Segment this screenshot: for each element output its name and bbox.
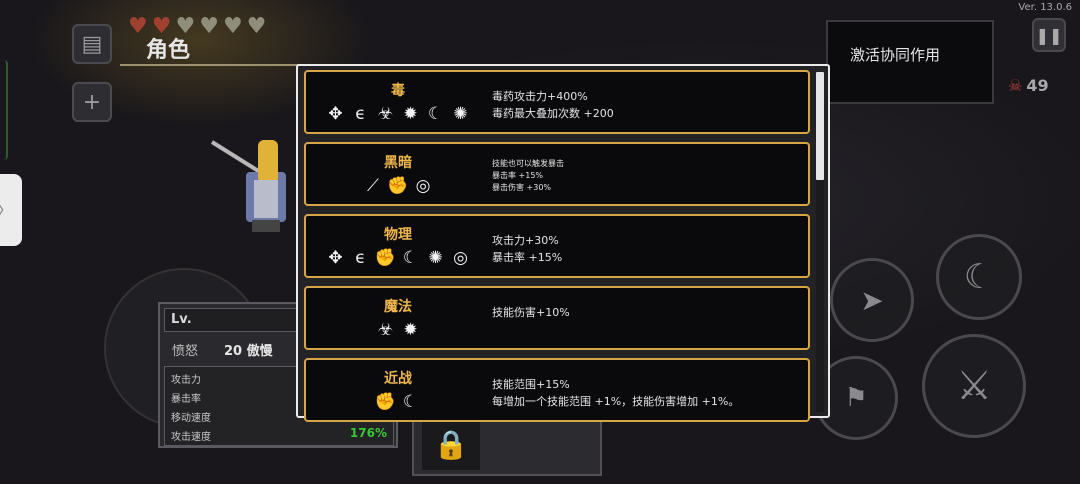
pause-icon: ❚❚ bbox=[1035, 25, 1063, 45]
scrollbar[interactable] bbox=[816, 72, 824, 412]
side-edge bbox=[0, 60, 8, 160]
biohazard-icon: ☣ bbox=[377, 104, 394, 124]
crescent-slash-icon: ☾ bbox=[402, 392, 419, 412]
vortex-icon: ◎ bbox=[415, 176, 431, 196]
stat-value: 176% bbox=[349, 426, 387, 440]
chevron-right-icon: 〉 bbox=[0, 197, 14, 223]
lock-icon: 🔒 bbox=[422, 418, 480, 470]
dash-arrow-icon: ➤ bbox=[860, 283, 884, 317]
level-label: Lv. bbox=[164, 308, 304, 332]
fist-icon: ✊ bbox=[387, 176, 409, 196]
synergy-effects: 毒药攻击力+400% 毒药最大叠加次数 +200 bbox=[492, 88, 614, 122]
burst-icon: ✹ bbox=[403, 104, 418, 124]
synergy-name: 魔法 bbox=[384, 299, 412, 315]
kill-count-value: 49 bbox=[1026, 76, 1049, 95]
thorn-vine-icon: ✥ bbox=[328, 248, 343, 268]
synergy-card[interactable]: 近战 ✊ ☾ 技能范围+15% 每增加一个技能范围 +1%，技能伤害增加 +1%。 bbox=[304, 358, 810, 422]
synergy-effect-line: 技能也可以触发暴击 bbox=[492, 159, 564, 168]
heart-icon: ♥ bbox=[246, 14, 267, 39]
synergy-effect-line: 技能伤害+10% bbox=[492, 306, 570, 319]
spider-icon: ✺ bbox=[453, 104, 468, 124]
synergy-effect-line: 暴击率 +15% bbox=[492, 171, 544, 180]
synergy-effect-line: 暴击伤害 +30% bbox=[492, 183, 552, 192]
crescent-slash-icon: ☾ bbox=[402, 248, 419, 268]
back-icon: ▤ bbox=[81, 31, 103, 57]
synergy-card[interactable]: 毒 ✥ ϵ ☣ ✹ ☾ ✺ 毒药攻击力+400% 毒药最大叠加次数 +200 bbox=[304, 70, 810, 134]
synergy-skill-icons: ✥ ϵ ☣ ✹ ☾ ✺ bbox=[306, 104, 490, 125]
synergy-effect-line: 技能范围+15% bbox=[492, 378, 570, 391]
stat-label: 暴击率 bbox=[171, 394, 201, 405]
heart-icon: ♥ bbox=[222, 14, 243, 39]
stat-row: 攻击速度 176% bbox=[165, 424, 393, 443]
version-label: Ver. 13.0.6 bbox=[1018, 2, 1072, 13]
synergy-name: 黑暗 bbox=[384, 155, 412, 171]
whip-icon: ϵ bbox=[355, 104, 366, 124]
synergy-effect-line: 毒药最大叠加次数 +200 bbox=[492, 107, 614, 120]
synergy-skill-icons: ✊ ☾ bbox=[306, 392, 490, 413]
synergy-dialog: 毒 ✥ ϵ ☣ ✹ ☾ ✺ 毒药攻击力+400% 毒药最大叠加次数 +200 黑暗 ⟋ ✊ ◎ 技能也可以… bbox=[296, 64, 830, 422]
synergy-toggle-label: 激活协同作用 bbox=[850, 46, 941, 64]
add-button[interactable]: + bbox=[72, 82, 112, 122]
synergy-effect-line: 攻击力+30% bbox=[492, 234, 559, 247]
stat-label: 移动速度 bbox=[171, 413, 211, 424]
synergy-effects: 技能也可以触发暴击 暴击率 +15% 暴击伤害 +30% bbox=[492, 158, 564, 194]
page-title: 角色 bbox=[146, 38, 191, 63]
whip-icon: ϵ bbox=[355, 248, 366, 268]
stat-label: 攻击力 bbox=[171, 375, 201, 386]
synergy-toggle[interactable]: 激活协同作用 bbox=[826, 20, 994, 104]
crescent-moon-icon: ☾ bbox=[963, 257, 995, 297]
stat-label: 攻击速度 bbox=[171, 432, 211, 443]
heart-icon: ♥ bbox=[199, 14, 219, 39]
fist-icon: ✊ bbox=[374, 248, 397, 268]
synergy-skill-icons: ☣ ✹ bbox=[306, 320, 490, 341]
heart-icon: ♥ bbox=[128, 14, 148, 39]
synergy-effect-line: 毒药攻击力+400% bbox=[492, 90, 588, 103]
skull-icon: ☠ bbox=[1008, 76, 1023, 95]
synergy-skill-icons: ⟋ ✊ ◎ bbox=[306, 176, 490, 197]
vortex-icon: ◎ bbox=[453, 248, 468, 268]
synergy-effects: 技能范围+15% 每增加一个技能范围 +1%，技能伤害增加 +1%。 bbox=[492, 376, 739, 410]
synergy-card[interactable]: 黑暗 ⟋ ✊ ◎ 技能也可以触发暴击 暴击率 +15% 暴击伤害 +30% bbox=[304, 142, 810, 206]
thorn-vine-icon: ✥ bbox=[328, 104, 343, 124]
crescent-slash-icon: ☾ bbox=[427, 104, 444, 124]
sword-icon: ⚔ bbox=[956, 363, 992, 409]
dash-button[interactable]: ➤ bbox=[830, 258, 914, 342]
burst-icon: ✹ bbox=[403, 320, 418, 340]
synergy-effect-line: 每增加一个技能范围 +1%，技能伤害增加 +1%。 bbox=[492, 395, 740, 408]
title-divider bbox=[120, 64, 300, 66]
synergy-effect-line: 暴击率 +15% bbox=[492, 251, 563, 264]
synergy-effects: 技能伤害+10% bbox=[492, 304, 570, 321]
rage-value: 20 傲慢 bbox=[224, 344, 273, 359]
fist-icon: ✊ bbox=[374, 392, 397, 412]
kill-counter: ☠ 49 bbox=[1008, 76, 1049, 95]
biohazard-icon: ☣ bbox=[377, 320, 394, 340]
synergy-card[interactable]: 物理 ✥ ϵ ✊ ☾ ✺ ◎ 攻击力+30% 暴击率 +15% bbox=[304, 214, 810, 278]
synergy-card[interactable]: 魔法 ☣ ✹ 技能伤害+10% bbox=[304, 286, 810, 350]
scrollbar-thumb[interactable] bbox=[816, 72, 824, 180]
synergy-name: 物理 bbox=[384, 227, 412, 243]
synergy-skill-icons: ✥ ϵ ✊ ☾ ✺ ◎ bbox=[306, 248, 490, 269]
skill-moon-button[interactable]: ☾ bbox=[936, 234, 1022, 320]
synergy-name: 近战 bbox=[384, 371, 412, 387]
synergy-name: 毒 bbox=[391, 83, 405, 99]
character-sprite bbox=[238, 140, 294, 232]
back-button[interactable]: ▤ bbox=[72, 24, 112, 64]
winged-boot-icon: ⚑ bbox=[844, 383, 868, 413]
dark-spear-icon: ⟋ bbox=[367, 176, 379, 196]
side-drawer-tab[interactable]: 〉 bbox=[0, 174, 22, 246]
synergy-effects: 攻击力+30% 暴击率 +15% bbox=[492, 232, 562, 266]
rage-label: 愤怒 bbox=[172, 344, 199, 359]
spider-icon: ✺ bbox=[428, 248, 443, 268]
attack-button[interactable]: ⚔ bbox=[922, 334, 1026, 438]
plus-icon: + bbox=[82, 89, 102, 115]
pause-button[interactable]: ❚❚ bbox=[1032, 18, 1066, 52]
